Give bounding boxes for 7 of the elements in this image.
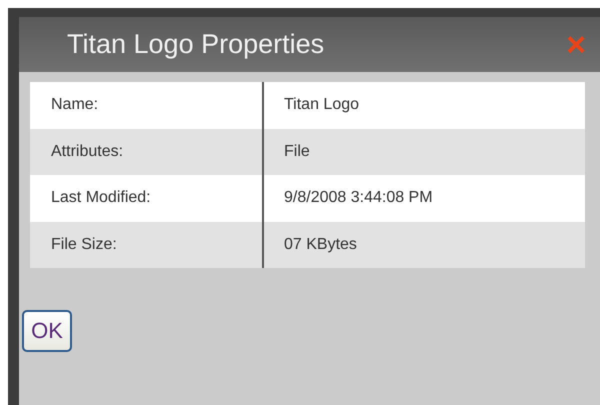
property-value: Titan Logo: [283, 95, 360, 116]
ok-button[interactable]: OK: [22, 310, 72, 352]
property-value: File: [283, 142, 311, 162]
window-title: Titan Logo Properties: [67, 29, 324, 60]
property-value: 9/8/2008 3:44:08 PM: [283, 188, 434, 208]
property-value: 07 KBytes: [283, 234, 358, 255]
property-label: File Size:: [30, 222, 264, 268]
